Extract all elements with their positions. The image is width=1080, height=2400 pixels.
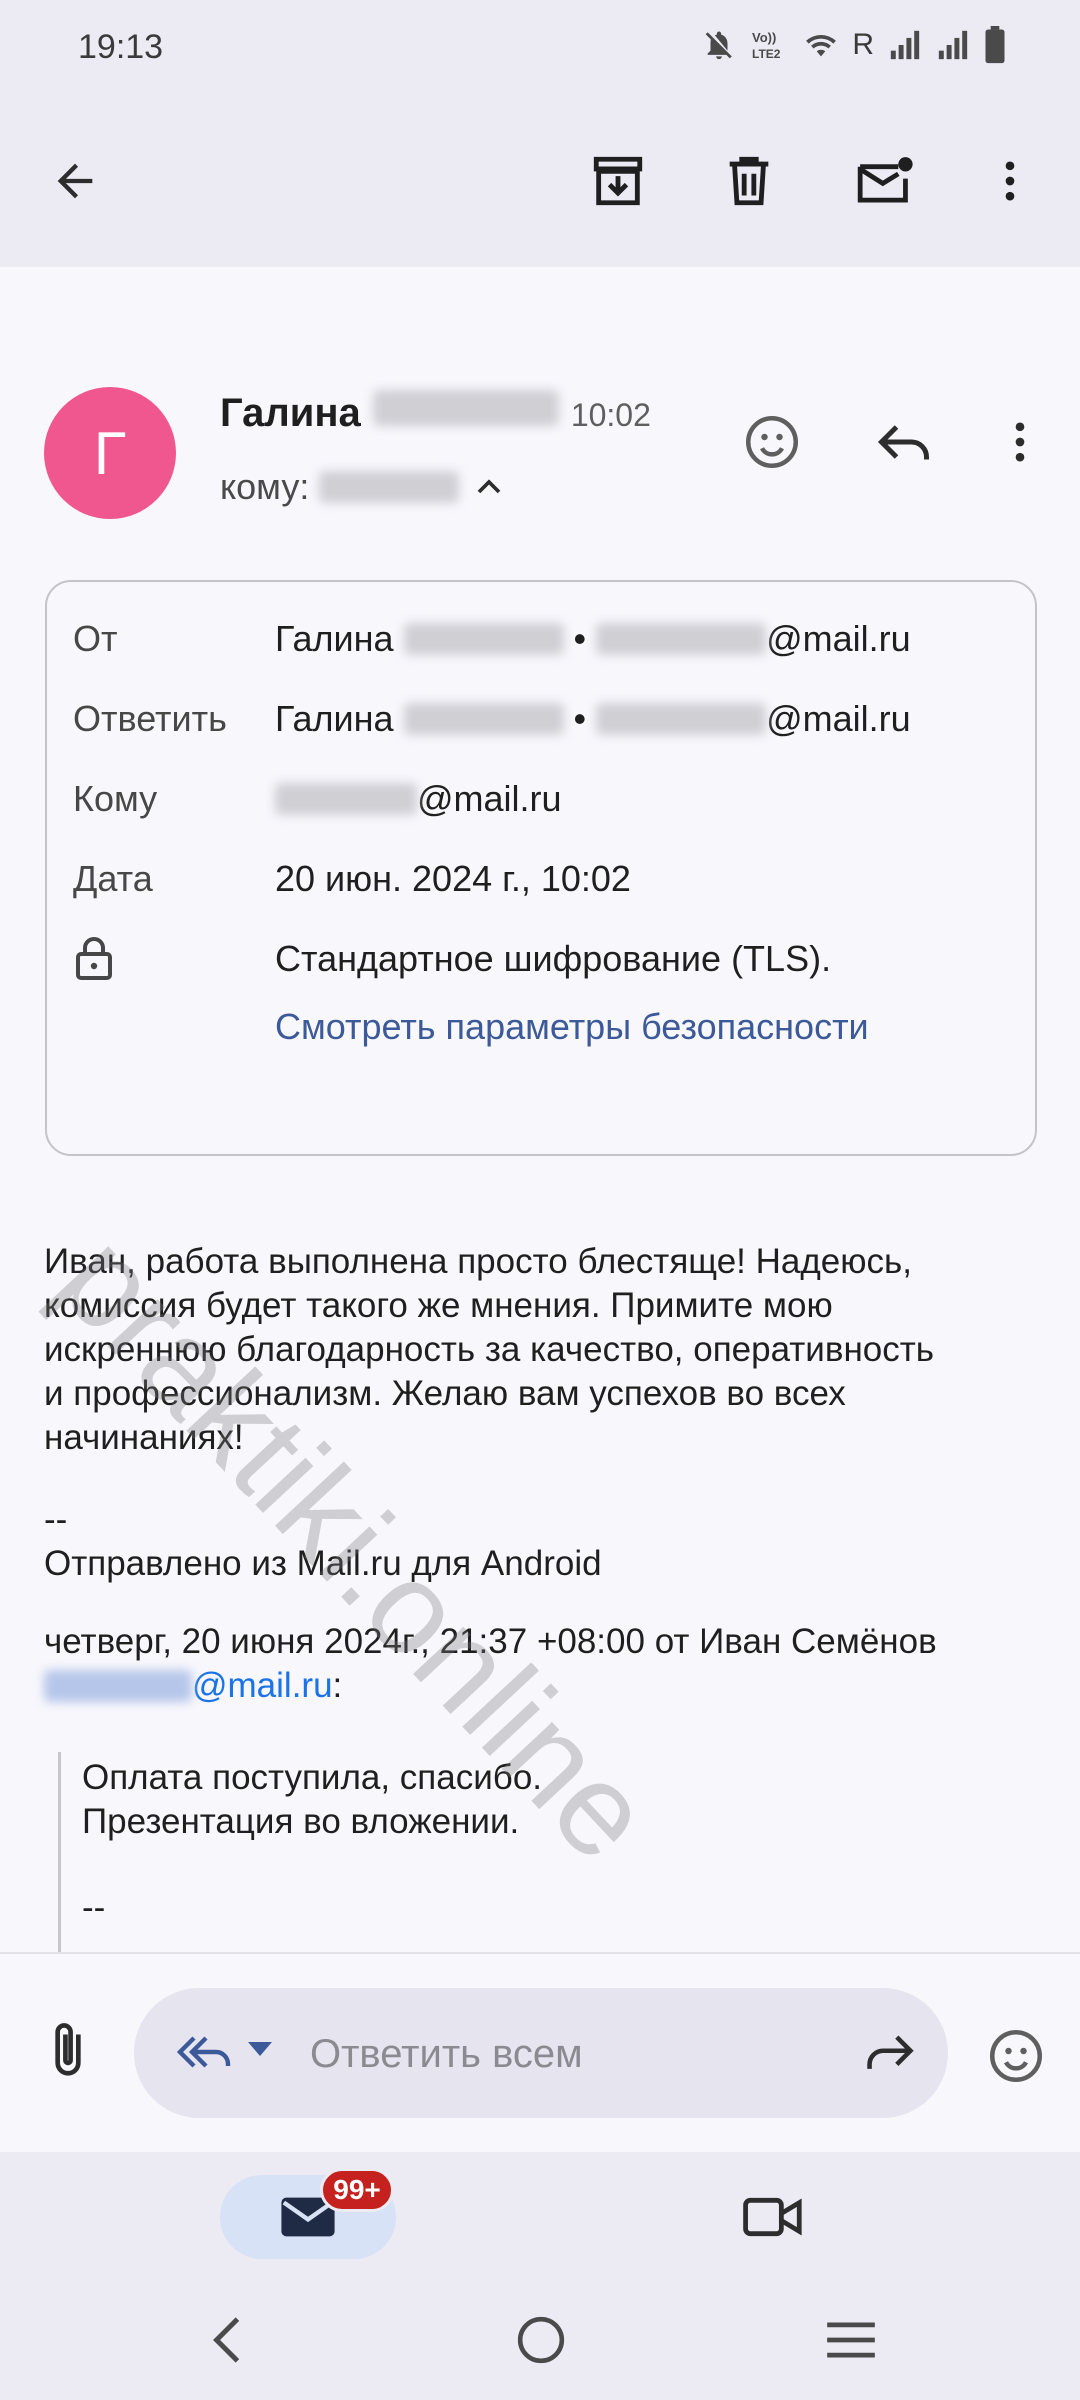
svg-text:LTE2: LTE2 <box>752 47 781 61</box>
home-circle-icon <box>517 2316 565 2364</box>
bell-off-icon <box>706 31 733 60</box>
sender-name: Галина <box>220 391 361 435</box>
roaming-indicator: R <box>852 28 874 61</box>
video-camera-icon <box>743 2197 802 2237</box>
to-email-redacted <box>275 783 417 815</box>
reply-all-icon[interactable] <box>174 2026 234 2078</box>
from-value: Галина • @mail.ru <box>275 618 911 660</box>
sender-surname-redacted <box>372 390 559 426</box>
quote-email-domain: @mail.ru <box>192 1666 333 1705</box>
delete-button[interactable] <box>701 133 797 229</box>
reply-email-redacted <box>596 703 767 735</box>
to-email-domain: @mail.ru <box>417 778 562 819</box>
more-options-button[interactable] <box>962 133 1058 229</box>
reply-to-label: Ответить <box>73 698 227 739</box>
reply-to-value: Галина • @mail.ru <box>275 698 911 740</box>
more-vert-icon <box>1015 422 1025 462</box>
mark-unread-icon <box>857 157 913 203</box>
reply-name: Галина <box>275 698 394 739</box>
reply-separator: • <box>573 698 587 739</box>
more-vert-icon <box>1005 161 1015 201</box>
lock-icon <box>73 934 115 991</box>
system-recents-button[interactable] <box>806 2300 896 2380</box>
chevron-up-icon <box>478 479 501 494</box>
attachment-icon <box>55 2023 81 2076</box>
back-button[interactable] <box>27 133 123 229</box>
signal-icon <box>938 30 968 60</box>
signal-icon <box>890 30 920 60</box>
quote-line: Презентация во вложении. <box>82 1802 520 1841</box>
meet-tab[interactable] <box>728 2175 818 2259</box>
from-email-domain: @mail.ru <box>766 618 911 659</box>
reply-button[interactable] <box>864 402 944 482</box>
to-detail-value: @mail.ru <box>275 778 562 820</box>
quote-colon: : <box>332 1666 343 1705</box>
toolbar <box>0 95 1080 267</box>
recipient-redacted <box>319 471 460 503</box>
status-icons: Vo)) LTE2 R <box>702 26 1006 64</box>
from-separator: • <box>573 618 587 659</box>
message-time: 10:02 <box>570 397 651 433</box>
dropdown-arrow-icon[interactable] <box>246 2040 274 2060</box>
reply-emoji-button[interactable] <box>976 2016 1056 2096</box>
system-home-button[interactable] <box>496 2300 586 2380</box>
delete-icon <box>729 156 769 206</box>
system-back-button[interactable] <box>182 2300 272 2380</box>
quote-email-redacted <box>44 1670 192 1702</box>
chevron-left-icon <box>213 2317 240 2363</box>
volte-icon: Vo)) LTE2 <box>752 30 781 61</box>
from-name: Галина <box>275 618 394 659</box>
attach-button[interactable] <box>36 2010 100 2090</box>
message-more-button[interactable] <box>980 402 1060 482</box>
signature-separator: -- <box>44 1500 68 1539</box>
to-label: кому: <box>220 466 310 507</box>
quote-signature-separator: -- <box>82 1888 106 1927</box>
to-detail-label: Кому <box>73 778 158 819</box>
status-time: 19:13 <box>78 28 164 66</box>
recipients-toggle[interactable]: кому: <box>220 466 509 508</box>
from-label: От <box>73 618 118 659</box>
reply-placeholder: Ответить всем <box>310 2032 583 2076</box>
sender-line: Галина 10:02 <box>220 390 651 436</box>
svg-text:Vo)): Vo)) <box>752 30 776 45</box>
security-details-link[interactable]: Смотреть параметры безопасности <box>275 1006 869 1048</box>
date-value: 20 июн. 2024 г., 10:02 <box>275 858 631 899</box>
reply-surname-redacted <box>403 703 564 735</box>
reply-icon <box>877 425 929 460</box>
menu-lines-icon <box>827 2322 875 2358</box>
from-email-redacted <box>596 623 767 655</box>
quote-bar <box>58 1752 61 1952</box>
back-arrow-icon <box>57 163 93 199</box>
emoji-icon <box>746 416 798 468</box>
reply-all-field[interactable]: Ответить всем <box>134 1988 948 2118</box>
wifi-icon <box>806 34 837 57</box>
details-card: От Галина • @mail.ru Ответить Галина • @… <box>45 580 1037 1156</box>
battery-icon <box>985 26 1005 64</box>
mark-unread-button[interactable] <box>836 133 932 229</box>
forward-icon[interactable] <box>862 2028 918 2078</box>
archive-icon <box>593 156 643 206</box>
reply-email-domain: @mail.ru <box>766 698 911 739</box>
from-surname-redacted <box>403 623 564 655</box>
date-label: Дата <box>73 858 153 899</box>
avatar[interactable]: Г <box>44 387 176 519</box>
encryption-text: Стандартное шифрование (TLS). <box>275 938 832 979</box>
archive-button[interactable] <box>570 133 666 229</box>
unread-badge: 99+ <box>320 2168 394 2212</box>
add-reaction-button[interactable] <box>732 402 812 482</box>
emoji-icon <box>990 2030 1042 2082</box>
